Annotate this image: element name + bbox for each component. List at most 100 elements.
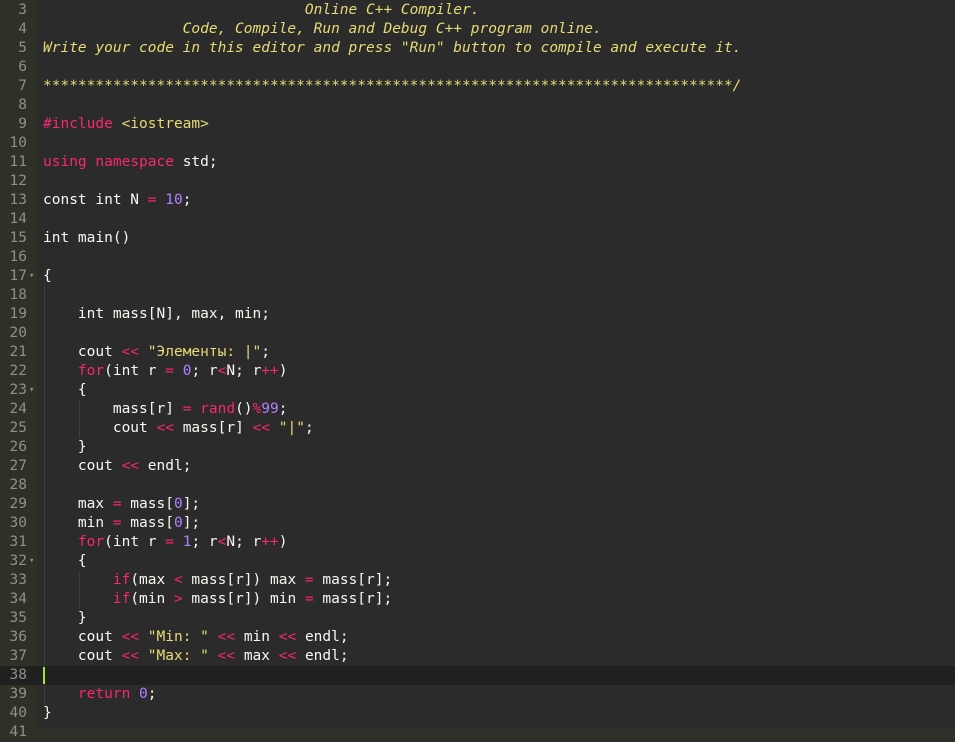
code-line[interactable]: 32 ▾ { — [0, 552, 955, 571]
line-number: 38 — [9, 667, 27, 683]
code-line[interactable]: 27 cout << endl; — [0, 457, 955, 476]
line-number: 4 — [18, 21, 27, 37]
code-line[interactable]: 8 — [0, 96, 955, 115]
code-line[interactable]: 33 if(max < mass[r]) max = mass[r]; — [0, 571, 955, 590]
code-line[interactable]: 26 } — [0, 438, 955, 457]
code-token: (int r — [104, 534, 166, 550]
code-token: namespace — [95, 154, 183, 170]
code-token: Write your code in this editor and press… — [43, 40, 742, 56]
code-token: if — [112, 591, 131, 607]
code-text: using namespace std; — [43, 153, 218, 172]
code-line[interactable]: 31 for(int r = 1; r<N; r++) — [0, 533, 955, 552]
code-token: { — [43, 268, 52, 284]
code-line[interactable]: 28 — [0, 476, 955, 495]
code-token: mass[r]; — [313, 572, 393, 588]
line-number: 22 — [9, 363, 27, 379]
code-token: = — [304, 572, 314, 588]
code-line[interactable]: 15 int main() — [0, 229, 955, 248]
code-line[interactable]: 40} — [0, 704, 955, 723]
code-token: ****************************************… — [43, 78, 742, 94]
code-line[interactable]: 4 Code, Compile, Run and Debug C++ progr… — [0, 20, 955, 39]
code-token: N; r — [226, 534, 262, 550]
code-text: } — [43, 609, 87, 628]
code-line[interactable]: 39 return 0; — [0, 685, 955, 704]
line-number: 19 — [9, 306, 27, 322]
fold-arrow-icon[interactable]: ▾ — [29, 552, 34, 571]
code-token: mass[ — [121, 515, 174, 531]
fold-arrow-icon[interactable]: ▾ — [29, 381, 34, 400]
code-line[interactable]: 37 cout << "Max: " << max << endl; — [0, 647, 955, 666]
code-line[interactable]: 11 using namespace std; — [0, 153, 955, 172]
code-token: std; — [182, 154, 218, 170]
code-token: endl; — [139, 458, 192, 474]
code-line[interactable]: 12 — [0, 172, 955, 191]
code-content[interactable]: 3 Online C++ Compiler. 4 Code, Compile, R… — [0, 0, 955, 742]
line-number: 32 — [9, 553, 27, 569]
line-number: 10 — [9, 135, 27, 151]
code-line[interactable]: 9 #include <iostream> — [0, 115, 955, 134]
code-line[interactable]: 38 — [0, 666, 955, 685]
code-text: cout << endl; — [43, 457, 192, 476]
code-token: const int N — [43, 192, 148, 208]
code-line[interactable]: 3 Online C++ Compiler. — [0, 1, 955, 20]
code-line[interactable]: 5 Write your code in this editor and pres… — [0, 39, 955, 58]
code-text: } — [43, 438, 87, 457]
code-token: mass[r] — [43, 401, 183, 417]
code-token: mass[r]) min — [182, 591, 305, 607]
code-line[interactable]: 18 — [0, 286, 955, 305]
code-token: ) — [278, 534, 288, 550]
code-token: << — [121, 344, 140, 360]
code-token: cout — [43, 629, 122, 645]
code-token: << — [252, 420, 271, 436]
text-cursor — [43, 667, 45, 684]
code-line[interactable]: 30 min = mass[0]; — [0, 514, 955, 533]
code-token: << — [278, 648, 297, 664]
line-number: 3 — [18, 2, 27, 18]
code-token: 99 — [261, 401, 279, 417]
code-token: for — [77, 534, 105, 550]
code-token: (max — [130, 572, 174, 588]
code-line[interactable]: 22 for(int r = 0; r<N; r++) — [0, 362, 955, 381]
code-token: max — [235, 648, 279, 664]
code-token: (min — [130, 591, 174, 607]
code-token: <iostream> — [121, 116, 209, 132]
code-line[interactable]: 20 — [0, 324, 955, 343]
code-line[interactable]: 35 } — [0, 609, 955, 628]
code-token: { — [43, 382, 87, 398]
code-line[interactable]: 10 — [0, 134, 955, 153]
code-text: mass[r] = rand()%99; — [43, 400, 288, 419]
line-number: 13 — [9, 192, 27, 208]
line-number: 40 — [9, 705, 27, 721]
fold-arrow-icon[interactable]: ▾ — [29, 267, 34, 286]
code-line[interactable]: 19 int mass[N], max, min; — [0, 305, 955, 324]
code-line[interactable]: 34 if(min > mass[r]) min = mass[r]; — [0, 590, 955, 609]
line-number: 18 — [9, 287, 27, 303]
code-line[interactable]: 41 — [0, 723, 955, 742]
code-token: << — [217, 648, 236, 664]
code-line[interactable]: 21 cout << "Элементы: |"; — [0, 343, 955, 362]
code-token: = — [165, 363, 174, 379]
code-line[interactable]: 7 ***************************************… — [0, 77, 955, 96]
code-line[interactable]: 29 max = mass[0]; — [0, 495, 955, 514]
line-number: 35 — [9, 610, 27, 626]
code-line[interactable]: 25 cout << mass[r] << "|"; — [0, 419, 955, 438]
code-line[interactable]: 23 ▾ { — [0, 381, 955, 400]
code-line[interactable]: 14 — [0, 210, 955, 229]
code-token: 0 — [173, 515, 183, 531]
code-line[interactable]: 13 const int N = 10; — [0, 191, 955, 210]
code-line[interactable]: 36 cout << "Min: " << min << endl; — [0, 628, 955, 647]
code-token: min — [43, 515, 113, 531]
code-line[interactable]: 6 — [0, 58, 955, 77]
code-line[interactable]: 24 mass[r] = rand()%99; — [0, 400, 955, 419]
code-line[interactable]: 17 ▾ { — [0, 267, 955, 286]
code-editor[interactable]: 3 Online C++ Compiler. 4 Code, Compile, R… — [0, 0, 955, 740]
code-token: mass[r] — [173, 420, 253, 436]
code-token: } — [43, 439, 87, 455]
code-token: "Min: " — [147, 629, 209, 645]
code-token: ++ — [261, 363, 279, 379]
code-line[interactable]: 16 — [0, 248, 955, 267]
